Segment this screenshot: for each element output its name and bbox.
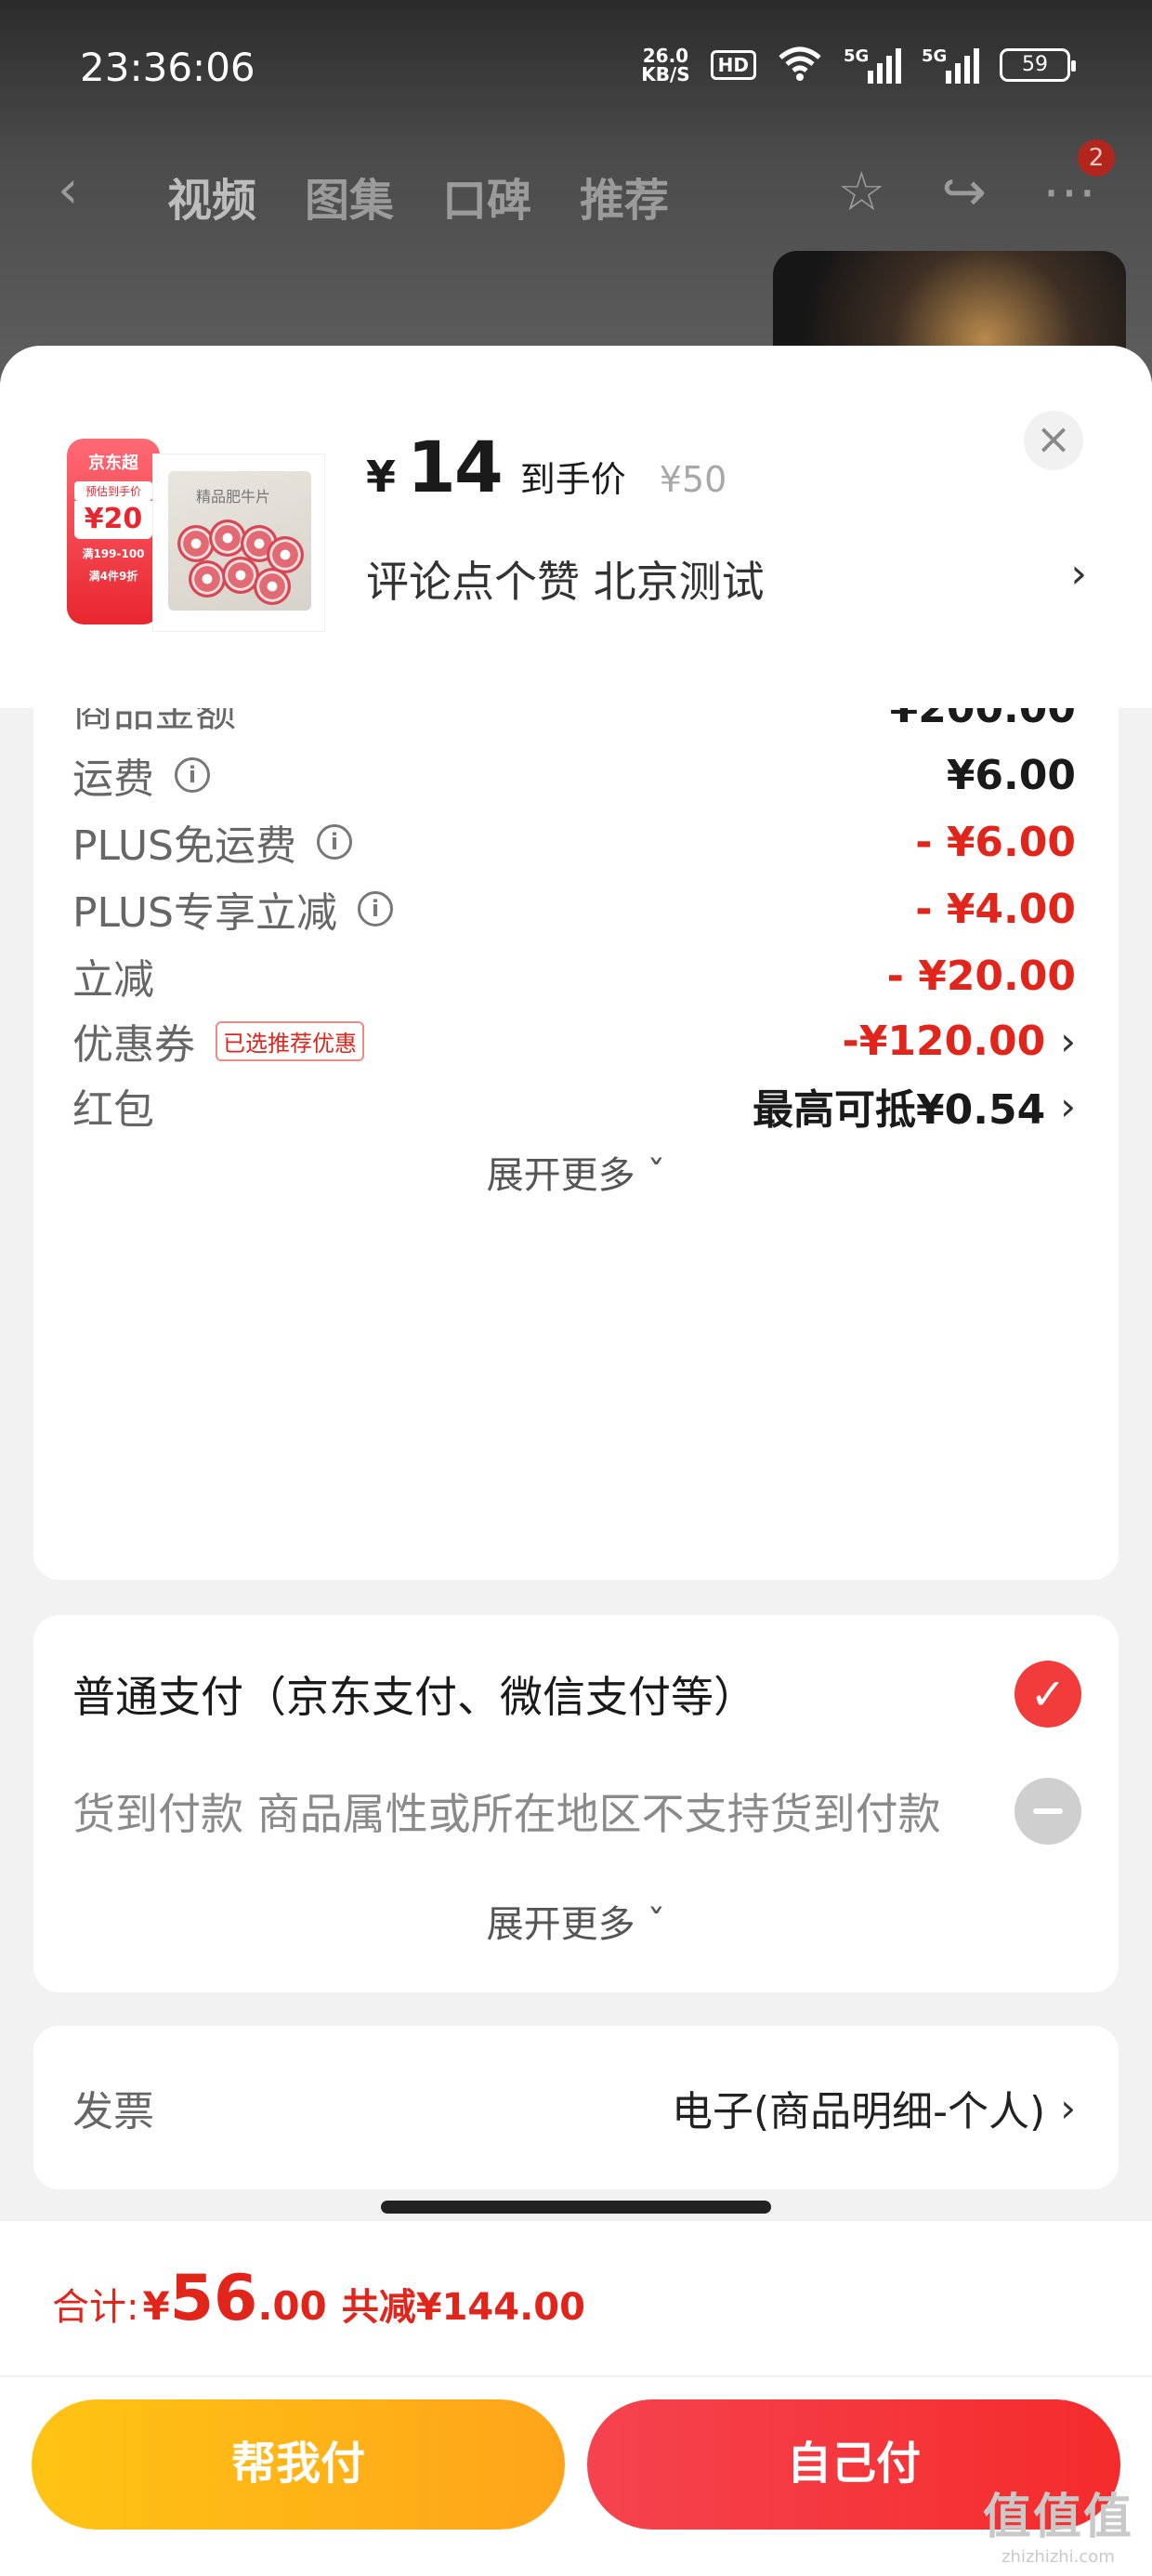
product-header: 京东超 预估到手价 ¥20 满199-100 满4件9折 精品肥牛片 ¥ 14 … [0,346,1152,708]
invoice-card[interactable]: 发票 电子(商品明细-个人) › [33,2026,1119,2189]
promo-tag-title: 京东超 [88,453,138,473]
battery-icon: 59 [1000,48,1076,82]
fee-label: 立减 [72,956,154,1004]
network-speed-unit: KB/S [641,63,690,85]
signal-icon-2: 5G [922,46,979,84]
fee-label: PLUS专享立减 [72,889,337,937]
expand-more-button[interactable]: 展开更多 ˇ [33,1894,1119,1948]
chevron-right-icon: › [1060,1083,1076,1129]
total-symbol: ¥ [142,2283,170,2329]
back-icon[interactable]: ‹ [58,160,78,220]
product-image[interactable]: 精品肥牛片 [152,453,325,632]
signal-icon-1: 5G [844,46,901,84]
fee-label: 优惠券 [72,1021,195,1069]
fee-label: 红包 [72,1086,154,1134]
home-indicator[interactable] [381,2201,771,2214]
watermark-site: zhizhizhi.com [1001,2547,1115,2567]
final-price: 14 [407,426,504,508]
fee-value: - ¥6.00 [915,818,1076,866]
product-package-label: 精品肥牛片 [196,488,271,506]
payment-option-label: 货到付款 商品属性或所在地区不支持货到付款 [72,1789,941,1839]
coupon-recommended-tag: 已选推荐优惠 [216,1020,364,1061]
promo-tag-rule-2: 满4件9折 [88,570,138,583]
watermark-logo: 值值值 [982,2490,1133,2545]
hd-icon: HD [710,50,756,80]
total-saved: 共减¥144.00 [341,2286,585,2329]
payment-option-normal[interactable]: 普通支付（京东支付、微信支付等） ✓ [72,1652,1081,1736]
fee-row-red-packet[interactable]: 红包 最高可抵¥0.54 › [72,1069,1076,1143]
background-page: 23:36:06 26.0 KB/S HD 5G 5G 59 ‹ 视频 图集 口… [0,0,1152,400]
background-tabs: 视频 图集 口碑 推荐 [167,164,669,229]
invoice-label: 发票 [72,2088,154,2136]
fee-value: ¥6.00 [946,751,1076,799]
chevron-right-icon: › [1060,2084,1076,2131]
fee-value: 最高可抵¥0.54 [753,1086,1046,1134]
status-time: 23:36:06 [80,45,255,90]
share-icon[interactable]: ↪ [941,160,987,223]
product-package: 精品肥牛片 [168,471,311,611]
disabled-option-icon [1015,1778,1081,1845]
tab-gallery[interactable]: 图集 [305,164,394,229]
payment-option-label: 普通支付（京东支付、微信支付等） [72,1672,756,1722]
fee-row-shipping: 运费 i ¥6.00 [72,738,1076,812]
close-button[interactable]: × [1024,411,1083,470]
promo-tag-label: 预估到手价 [74,481,152,501]
total-summary: 合计: ¥ 56 .00 共减¥144.00 [52,2262,585,2335]
fee-row-coupon[interactable]: 优惠券 已选推荐优惠 -¥120.00 › [72,1004,1076,1078]
wifi-icon [777,45,823,85]
promo-tag-price: ¥20 [74,501,152,539]
invoice-value: 电子(商品明细-个人) [671,2088,1046,2136]
checkout-sheet: 京东超 预估到手价 ¥20 满199-100 满4件9折 精品肥牛片 ¥ 14 … [0,346,1152,2576]
chevron-right-icon: › [1060,1018,1076,1064]
fee-row-plus-free-shipping: PLUS免运费 i - ¥6.00 [72,805,1076,879]
fee-value: - ¥20.00 [886,952,1076,1000]
fee-value: - ¥4.00 [915,885,1076,933]
fee-label: 商品金额 [72,708,236,736]
fee-label: 运费 [72,756,154,803]
total-amount-integer: 56 [169,2262,258,2335]
product-spec[interactable]: 评论点个赞 北京测试 [366,548,765,610]
watermark: 值值值 zhizhizhi.com [983,2477,1133,2567]
final-price-label: 到手价 [519,459,626,500]
original-price: ¥50 [659,459,727,500]
fee-value: ¥200.00 [889,708,1076,732]
payment-method-card: 普通支付（京东支付、微信支付等） ✓ 货到付款 商品属性或所在地区不支持货到付款… [33,1615,1119,1992]
network-speed-value: 26.0 [642,45,689,67]
payment-option-cod: 货到付款 商品属性或所在地区不支持货到付款 [72,1769,1081,1853]
checkmark-selected-icon[interactable]: ✓ [1015,1661,1081,1728]
info-icon[interactable]: i [175,757,210,793]
background-actions: ☆ ↪ ⋯ [837,160,1096,223]
help-pay-button[interactable]: 帮我付 [32,2399,565,2530]
tab-reviews[interactable]: 口碑 [442,164,531,229]
info-icon[interactable]: i [317,824,352,860]
checkout-footer: 合计: ¥ 56 .00 共减¥144.00 帮我付 自己付 [0,2221,1152,2576]
promo-tag: 京东超 预估到手价 ¥20 满199-100 满4件9折 [67,439,160,624]
total-label: 合计: [52,2286,139,2329]
info-icon[interactable]: i [358,891,393,927]
tab-video[interactable]: 视频 [167,164,256,229]
fee-row-instant-discount: 立减 - ¥20.00 [72,939,1076,1013]
amount-breakdown-card: 商品金额 ¥200.00 运费 i ¥6.00 PLUS免运费 i - ¥6.00 … [33,708,1119,1580]
background-nav-bar: ‹ 视频 图集 口碑 推荐 ☆ ↪ ⋯ 2 [0,139,1152,242]
network-speed: 26.0 KB/S [641,46,689,84]
fee-value: -¥120.00 [842,1017,1046,1065]
fee-label: PLUS免运费 [72,822,296,870]
total-amount-decimal: .00 [257,2283,327,2329]
chevron-right-icon[interactable]: › [1070,550,1087,598]
fee-row-plus-discount: PLUS专享立减 i - ¥4.00 [72,872,1076,946]
price-row: ¥ 14 到手价 ¥50 [366,426,727,508]
tab-recommend[interactable]: 推荐 [580,164,669,229]
status-icons: 26.0 KB/S HD 5G 5G 59 [641,45,1076,85]
price-symbol: ¥ [366,452,397,502]
promo-tag-rule-1: 满199-100 [82,547,145,560]
status-bar: 23:36:06 26.0 KB/S HD 5G 5G 59 [0,0,1152,139]
notification-badge: 2 [1078,139,1115,177]
divider [0,2375,1152,2377]
expand-more-button[interactable]: 展开更多 ˇ [33,1145,1119,1199]
invoice-row[interactable]: 发票 电子(商品明细-个人) › [72,2070,1076,2145]
star-icon[interactable]: ☆ [837,160,885,223]
